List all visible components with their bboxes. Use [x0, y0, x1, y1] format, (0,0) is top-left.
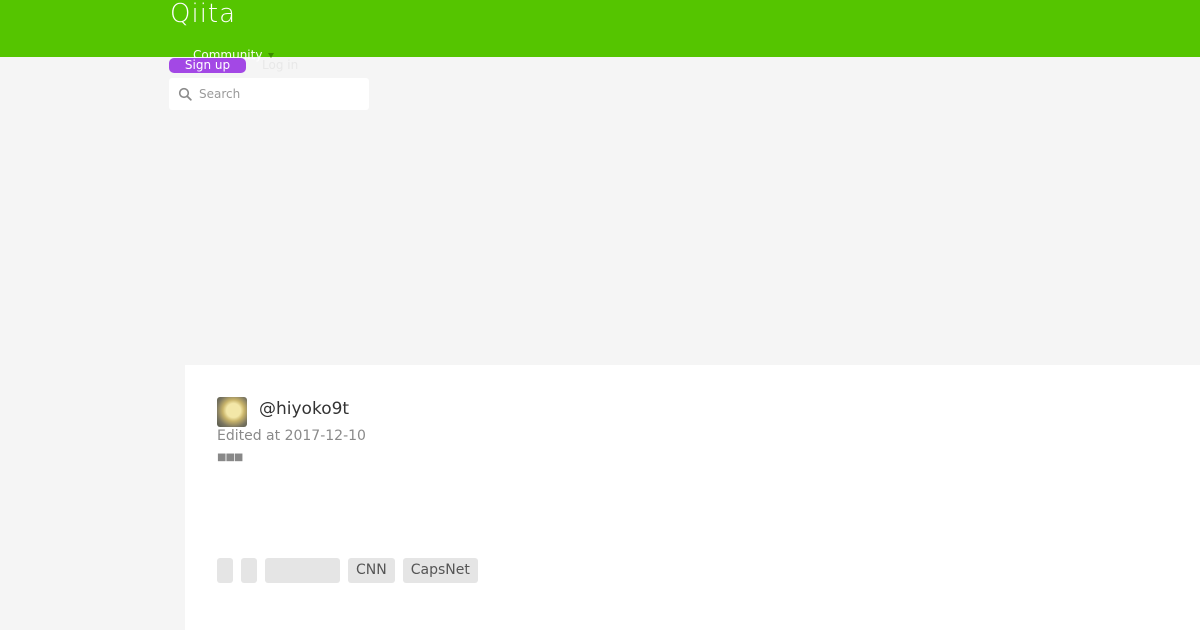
tag-item[interactable]: [241, 558, 257, 583]
more-options-icon[interactable]: ■■■: [217, 452, 243, 463]
tag-item[interactable]: [217, 558, 233, 583]
author-username[interactable]: @hiyoko9t: [259, 399, 349, 419]
tag-list: CNN CapsNet: [217, 558, 478, 583]
search-input[interactable]: [199, 78, 364, 110]
search-box[interactable]: [169, 78, 369, 110]
tag-cnn[interactable]: CNN: [348, 558, 395, 583]
search-icon: [178, 87, 192, 101]
header-bar: Qiita Community: [0, 0, 1200, 62]
author-avatar[interactable]: [217, 397, 247, 427]
signup-button[interactable]: Sign up: [169, 58, 246, 73]
tag-item[interactable]: [265, 558, 340, 583]
login-link[interactable]: Log in: [262, 58, 298, 73]
tag-capsnet[interactable]: CapsNet: [402, 558, 478, 583]
qiita-logo[interactable]: Qiita: [170, 0, 236, 29]
edited-date: Edited at 2017-12-10: [217, 428, 366, 444]
article-card: @hiyoko9t Edited at 2017-12-10 ■■■ CNN C…: [185, 365, 1200, 630]
